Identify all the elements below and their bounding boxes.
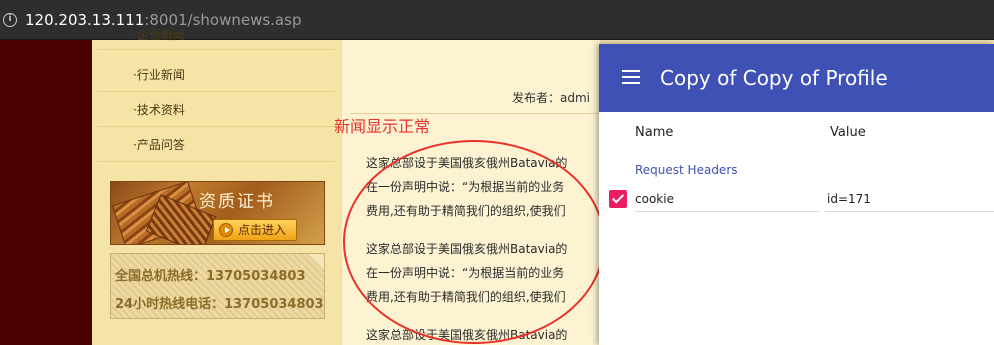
- annotation-circle: [343, 140, 605, 344]
- url-text[interactable]: 120.203.13.111:8001/shownews.asp: [25, 11, 301, 29]
- column-value-header: Value: [830, 125, 866, 140]
- hamburger-menu-icon[interactable]: [622, 70, 642, 84]
- article-publisher: 发布者：admi: [512, 91, 590, 105]
- url-path: :8001/shownews.asp: [144, 11, 302, 29]
- column-name-header: Name: [635, 125, 674, 140]
- hotline-box: 全国总机热线：13705034803 24小时热线电话：13705034803: [110, 253, 325, 319]
- info-icon[interactable]: i: [3, 13, 17, 27]
- annotation-text: 新闻显示正常: [334, 117, 431, 136]
- enter-button-label: 点击进入: [238, 223, 287, 237]
- header-row: cookie id=171: [599, 184, 994, 214]
- hotline-24h: 24小时热线电话：13705034803: [115, 297, 324, 312]
- corner-fold: [308, 254, 324, 270]
- profile-title: Copy of Copy of Profile: [660, 66, 888, 90]
- url-host: 120.203.13.111: [25, 11, 145, 29]
- header-name-field[interactable]: cookie: [635, 188, 820, 212]
- header-enabled-checkbox[interactable]: [609, 190, 627, 208]
- sidebar-item-company-news[interactable]: ·企业新闻: [97, 28, 335, 50]
- certificate-banner[interactable]: 资质证书 点击进入: [110, 181, 325, 245]
- panel-header: Copy of Copy of Profile: [599, 44, 994, 112]
- header-editor-panel: Copy of Copy of Profile Name Value Reque…: [599, 44, 994, 345]
- header-value-field[interactable]: id=171: [825, 188, 994, 212]
- certificate-title: 资质证书: [199, 192, 275, 212]
- request-headers-section: Request Headers: [635, 163, 738, 177]
- play-icon: [219, 223, 233, 237]
- left-background-bar: [0, 40, 92, 345]
- sidebar-item-tech-docs[interactable]: ·技术资料: [97, 93, 335, 127]
- sidebar-item-industry-news[interactable]: ·行业新闻: [97, 58, 335, 92]
- enter-button[interactable]: 点击进入: [213, 219, 297, 241]
- sidebar-item-product-faq[interactable]: ·产品问答: [97, 128, 335, 162]
- hotline-national: 全国总机热线：13705034803: [115, 269, 306, 284]
